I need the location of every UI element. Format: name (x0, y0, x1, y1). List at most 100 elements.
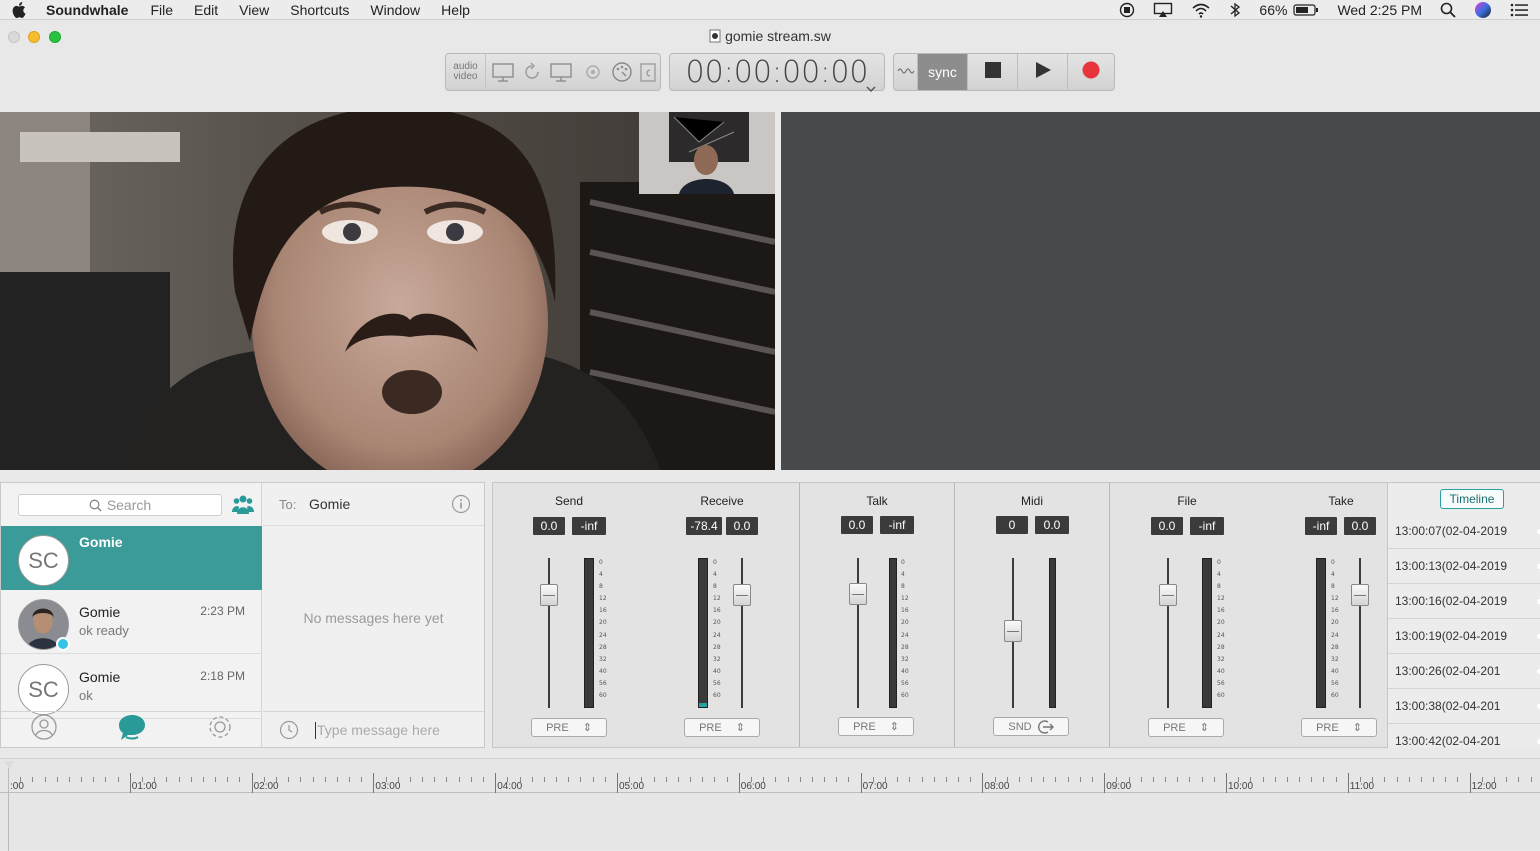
audio-video-toggle[interactable]: audio video (446, 54, 486, 90)
volume-fader[interactable] (1004, 620, 1022, 642)
pre-post-select[interactable]: PRE ⇕ (531, 718, 607, 737)
take-list-item[interactable]: 13:00:16(02-04-2019 (1388, 584, 1540, 619)
avatar: SC (18, 535, 69, 586)
spotlight-icon[interactable] (1440, 2, 1456, 18)
display-output-icon[interactable] (549, 60, 573, 84)
bluetooth-icon[interactable] (1229, 2, 1241, 18)
ruler-minor-tick (1518, 777, 1520, 782)
screen-record-icon[interactable] (1119, 2, 1135, 18)
ruler-minor-tick (1420, 777, 1422, 782)
meter-scale-label: 40 (599, 667, 607, 675)
level-value: 0.0 (1035, 516, 1069, 534)
take-list-item[interactable]: 13:00:19(02-04-2019 (1388, 619, 1540, 654)
level-value: -78.4 (686, 517, 722, 535)
search-icon (89, 499, 102, 512)
take-list-item[interactable]: 13:00:26(02-04-201 (1388, 654, 1540, 689)
timecode-display[interactable]: 00:00:00:00 (669, 53, 885, 93)
ruler-minor-tick (117, 777, 119, 782)
meter-dial-icon[interactable] (610, 60, 634, 84)
pre-post-select[interactable]: PRE ⇕ (1301, 718, 1377, 737)
meter-scale-label: 0 (1331, 559, 1335, 566)
updown-arrows-icon: ⇕ (1199, 722, 1209, 734)
gain-value[interactable]: 0.0 (1151, 517, 1183, 535)
search-placeholder: Search (106, 497, 152, 513)
gain-value[interactable]: 0.0 (533, 517, 565, 535)
ruler-minor-tick (1238, 777, 1240, 782)
ruler-minor-tick (324, 777, 326, 782)
pre-post-select[interactable]: PRE ⇕ (1148, 718, 1224, 737)
app-menu[interactable]: Soundwhale (46, 2, 128, 18)
local-video-preview[interactable] (639, 112, 775, 194)
take-list-item[interactable]: 13:00:42(02-04-201 (1388, 724, 1540, 748)
ruler-minor-tick (970, 777, 972, 782)
message-input[interactable]: Type message here (317, 722, 440, 738)
take-list-item[interactable]: 13:00:38(02-04-201 (1388, 689, 1540, 724)
strip-name: Send (554, 494, 584, 508)
info-icon[interactable] (451, 494, 471, 519)
volume-fader[interactable] (1351, 584, 1369, 606)
menu-window[interactable]: Window (370, 2, 420, 18)
apple-icon[interactable] (12, 1, 30, 18)
gain-value[interactable]: 0.0 (1344, 517, 1376, 535)
battery-icon[interactable] (1293, 3, 1319, 17)
ruler-minor-tick (1506, 777, 1508, 782)
loop-icon[interactable] (581, 60, 605, 84)
menu-view[interactable]: View (239, 2, 269, 18)
waveform-button[interactable] (894, 54, 918, 90)
audio-mixer: Send 0.0 -inf 0 4 8 12 16 20 24 28 32 40 56 60 PRE ⇕… (492, 482, 1388, 748)
refresh-icon[interactable] (520, 60, 544, 84)
ruler-minor-tick (1116, 777, 1118, 782)
profile-tab-icon[interactable] (30, 714, 57, 745)
meter-scale-label: 24 (1331, 631, 1339, 639)
chevron-down-icon[interactable] (866, 66, 876, 101)
pre-post-select[interactable]: PRE ⇕ (838, 717, 914, 736)
take-list-item[interactable]: 13:00:13(02-04-2019 (1388, 549, 1540, 584)
airplay-icon[interactable] (1153, 2, 1173, 18)
contact-item-selected[interactable]: SC Gomie (1, 526, 262, 590)
clipboard-icon[interactable] (636, 60, 660, 84)
playhead-handle[interactable] (4, 761, 14, 769)
notification-center-icon[interactable] (1510, 3, 1528, 17)
menu-shortcuts[interactable]: Shortcuts (290, 2, 349, 18)
menu-edit[interactable]: Edit (194, 2, 218, 18)
gain-value[interactable]: 0.0 (726, 517, 758, 535)
record-button[interactable] (1068, 54, 1114, 90)
send-select[interactable]: SND (993, 717, 1069, 736)
volume-fader[interactable] (540, 584, 558, 606)
take-list-item[interactable]: 13:00:07(02-04-2019 (1388, 514, 1540, 549)
volume-fader[interactable] (733, 584, 751, 606)
volume-fader[interactable] (849, 583, 867, 605)
ruler-minor-tick (714, 777, 716, 782)
stop-button[interactable] (968, 54, 1018, 90)
clock[interactable]: Wed 2:25 PM (1337, 2, 1422, 18)
ruler-minor-tick (775, 777, 777, 782)
menu-help[interactable]: Help (441, 2, 470, 18)
siri-icon[interactable] (1474, 1, 1492, 19)
ruler-major-tick (617, 773, 618, 793)
contact-item[interactable]: SC Gomie ok 2:18 PM (1, 655, 262, 719)
add-contacts-icon[interactable] (232, 494, 254, 519)
settings-tab-icon[interactable] (207, 714, 233, 745)
contact-message-time: 2:18 PM (200, 669, 245, 683)
timeline-ruler[interactable]: :00 01:00 02:00 03:00 04:00 05:00 06:00 07:00 08… (0, 758, 1540, 851)
meter-scale-label: 8 (599, 583, 603, 591)
search-input[interactable]: Search (18, 494, 222, 516)
sync-button[interactable]: sync (918, 54, 968, 90)
pre-post-label: PRE (699, 721, 722, 734)
timeline-button[interactable]: Timeline (1440, 489, 1504, 509)
volume-fader[interactable] (1159, 584, 1177, 606)
level-meter (1202, 558, 1212, 708)
chat-tab-icon[interactable] (116, 713, 148, 746)
menu-file[interactable]: File (150, 2, 173, 18)
ruler-minor-tick (921, 777, 923, 782)
history-clock-icon[interactable] (279, 720, 299, 745)
play-button[interactable] (1018, 54, 1068, 90)
gain-value[interactable]: 0.0 (841, 516, 873, 534)
ruler-minor-tick (397, 777, 399, 782)
pre-post-select[interactable]: PRE ⇕ (684, 718, 760, 737)
monitor-icon[interactable] (491, 60, 515, 84)
contact-item[interactable]: Gomie ok ready 2:23 PM (1, 590, 262, 654)
ruler-minor-tick (1311, 777, 1313, 782)
channel-value[interactable]: 0 (996, 516, 1028, 534)
wifi-icon[interactable] (1191, 2, 1211, 18)
